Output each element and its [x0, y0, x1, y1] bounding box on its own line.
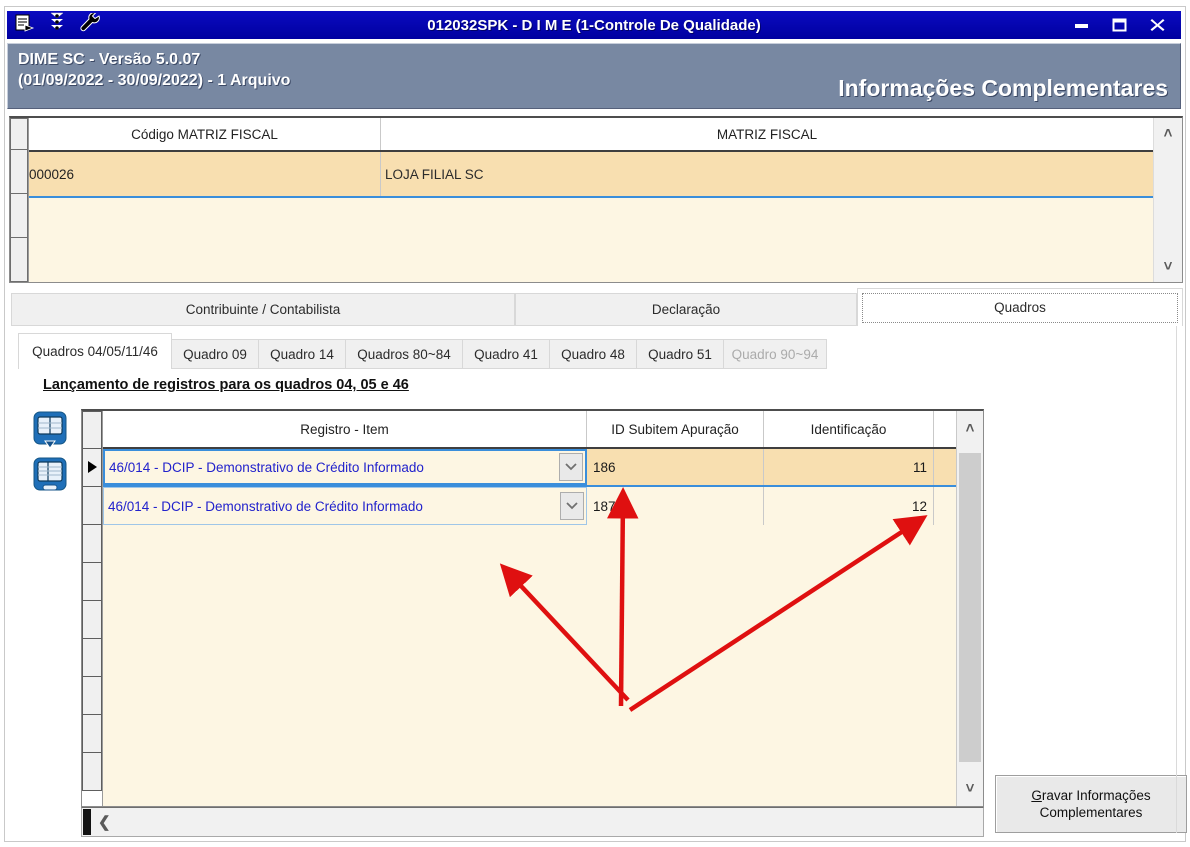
- id-subitem-cell[interactable]: 187: [587, 487, 764, 525]
- title-bar: 012032SPK - D I M E (1-Controle De Quali…: [7, 11, 1181, 39]
- gravar-informacoes-button[interactable]: Gravar Informações Complementares: [995, 775, 1187, 833]
- window-title: 012032SPK - D I M E (1-Controle De Quali…: [427, 16, 761, 34]
- column-header-codigo[interactable]: Código MATRIZ FISCAL: [29, 118, 381, 150]
- section-label: Lançamento de registros para os quadros …: [43, 377, 409, 393]
- registro-item-value: 46/014 - DCIP - Demonstrativo de Crédito…: [108, 498, 423, 514]
- dropdown-button[interactable]: [559, 453, 583, 481]
- report-icon[interactable]: [15, 14, 35, 37]
- registros-grid: Registro - Item ID Subitem Apuração Iden…: [81, 409, 984, 807]
- matriz-row-selected[interactable]: 000026 LOJA FILIAL SC: [29, 152, 1153, 198]
- grid-row-1[interactable]: 46/014 - DCIP - Demonstrativo de Crédito…: [103, 449, 956, 487]
- matriz-cell[interactable]: LOJA FILIAL SC: [381, 152, 1153, 196]
- scroll-down-icon[interactable]: ˅: [957, 781, 983, 796]
- column-header-id-subitem[interactable]: ID Subitem Apuração: [587, 411, 764, 447]
- app-window: 012032SPK - D I M E (1-Controle De Quali…: [4, 6, 1187, 842]
- id-subitem-cell[interactable]: 186: [587, 449, 764, 485]
- scroll-up-icon[interactable]: ˄: [957, 421, 983, 436]
- current-record-arrow-icon: [88, 461, 97, 473]
- period-line: (01/09/2022 - 30/09/2022) - 1 Arquivo: [18, 72, 291, 89]
- scroll-left-icon[interactable]: ❮: [98, 813, 111, 831]
- maximize-button[interactable]: [1112, 18, 1128, 32]
- app-totem-icon[interactable]: [49, 12, 65, 39]
- current-record-indicator[interactable]: [82, 449, 102, 487]
- scrollbar-thumb[interactable]: [83, 809, 91, 835]
- tab-quadro-41[interactable]: Quadro 41: [462, 339, 550, 369]
- tab-quadro-51[interactable]: Quadro 51: [636, 339, 724, 369]
- insert-record-icon[interactable]: [33, 411, 67, 449]
- grid-vertical-scrollbar[interactable]: ˄ ˅: [956, 411, 983, 806]
- close-button[interactable]: [1150, 18, 1165, 32]
- tab-quadro-90-94: Quadro 90~94: [723, 339, 827, 369]
- app-version-line: DIME SC - Versão 5.0.07: [18, 51, 201, 68]
- scroll-down-icon[interactable]: ˅: [1154, 259, 1182, 274]
- tab-quadros-80-84[interactable]: Quadros 80~84: [345, 339, 463, 369]
- tab-quadro-09[interactable]: Quadro 09: [171, 339, 259, 369]
- quadros-tab-bar: Quadros 04/05/11/46 Quadro 09 Quadro 14 …: [18, 333, 827, 369]
- matriz-fiscal-table: Código MATRIZ FISCAL MATRIZ FISCAL 00002…: [9, 116, 1183, 283]
- page-title: Informações Complementares: [838, 75, 1168, 101]
- scroll-up-icon[interactable]: ˄: [1154, 126, 1182, 141]
- codigo-cell[interactable]: 000026: [29, 152, 381, 196]
- tab-quadros[interactable]: Quadros: [857, 288, 1183, 326]
- identificacao-cell[interactable]: 11: [764, 449, 934, 485]
- column-header-identificacao[interactable]: Identificação: [764, 411, 934, 447]
- scrollbar-thumb[interactable]: [959, 453, 981, 762]
- grid-header-row: Registro - Item ID Subitem Apuração Iden…: [103, 411, 956, 449]
- registro-item-combo[interactable]: 46/014 - DCIP - Demonstrativo de Crédito…: [103, 449, 587, 485]
- main-tab-bar: Contribuinte / Contabilista Declaração Q…: [11, 288, 1183, 326]
- wrench-icon[interactable]: [79, 11, 101, 38]
- column-header-matriz[interactable]: MATRIZ FISCAL: [381, 118, 1153, 150]
- minimize-button[interactable]: [1074, 18, 1090, 32]
- dropdown-button[interactable]: [560, 492, 584, 520]
- tab-declaracao[interactable]: Declaração: [515, 293, 857, 326]
- delete-record-icon[interactable]: [33, 457, 67, 495]
- registro-item-value: 46/014 - DCIP - Demonstrativo de Crédito…: [109, 459, 424, 475]
- tab-contribuinte-contabilista[interactable]: Contribuinte / Contabilista: [11, 293, 515, 326]
- tab-quadros-04-05-11-46[interactable]: Quadros 04/05/11/46: [18, 333, 172, 369]
- column-header-registro-item[interactable]: Registro - Item: [103, 411, 587, 447]
- app-header: DIME SC - Versão 5.0.07 (01/09/2022 - 30…: [7, 43, 1181, 109]
- matriz-vertical-scrollbar[interactable]: ˄ ˅: [1153, 118, 1182, 282]
- row-selector[interactable]: [10, 150, 28, 195]
- row-selector-column: [10, 118, 29, 282]
- grid-row-selector-column: [82, 411, 103, 806]
- grid-row-2[interactable]: 46/014 - DCIP - Demonstrativo de Crédito…: [103, 487, 956, 525]
- tab-quadro-14[interactable]: Quadro 14: [258, 339, 346, 369]
- registro-item-combo[interactable]: 46/014 - DCIP - Demonstrativo de Crédito…: [103, 487, 587, 525]
- record-nav-buttons: [33, 411, 67, 495]
- identificacao-cell[interactable]: 12: [764, 487, 934, 525]
- grid-horizontal-scrollbar[interactable]: ❮: [81, 807, 984, 837]
- tab-quadro-48[interactable]: Quadro 48: [549, 339, 637, 369]
